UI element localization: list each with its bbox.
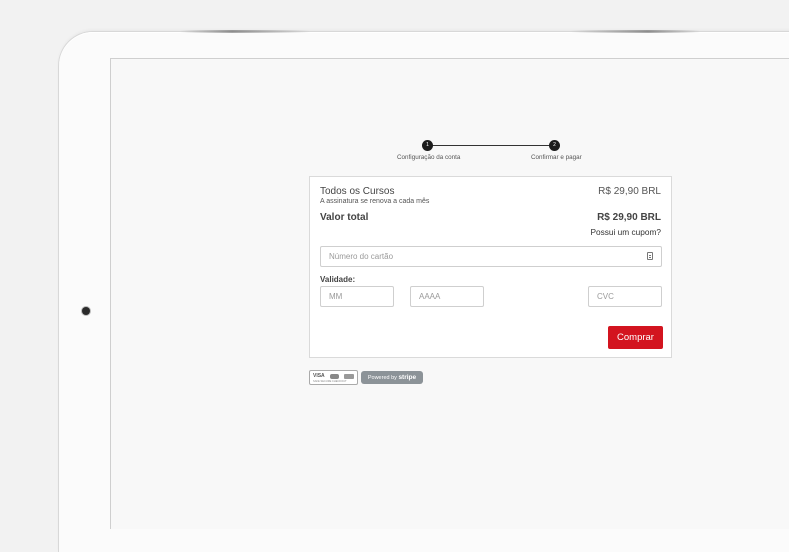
expiry-year-input[interactable] (410, 286, 484, 307)
visa-logo: VISA (313, 373, 325, 379)
powered-by-stripe-badge[interactable]: Powered by stripe (361, 371, 423, 384)
buy-button[interactable]: Comprar (608, 326, 663, 349)
stripe-prefix: Powered by (367, 375, 397, 381)
secure-checkout-text: SAFE SECURE CHECKOUT (313, 380, 347, 383)
step-1-label: Configuração da conta (397, 154, 461, 161)
checkout-stepper: 1 Configuração da conta 2 Confirmar e pa… (395, 140, 585, 164)
expiry-month-input[interactable] (320, 286, 394, 307)
camera-icon (82, 307, 90, 315)
card-icon (647, 252, 653, 260)
course-name: Todos os Cursos (320, 186, 395, 197)
card-brands-badge: VISA SAFE SECURE CHECKOUT (309, 370, 358, 385)
step-2-dot: 2 (549, 140, 560, 151)
checkout-card: Todos os Cursos A assinatura se renova a… (309, 176, 672, 358)
total-label: Valor total (320, 212, 369, 223)
course-price: R$ 29,90 BRL (598, 186, 661, 197)
subscription-note: A assinatura se renova a cada mês (320, 198, 430, 205)
stripe-logo: stripe (398, 374, 417, 381)
step-1-dot: 1 (422, 140, 433, 151)
total-price: R$ 29,90 BRL (597, 212, 661, 223)
tablet-edge-highlight (180, 30, 700, 33)
stepper-line (427, 145, 555, 146)
mastercard-icon (330, 374, 339, 379)
card-number-input[interactable] (320, 246, 662, 267)
cvc-input[interactable] (588, 286, 662, 307)
coupon-link[interactable]: Possui um cupom? (590, 227, 661, 237)
amex-icon (344, 374, 354, 379)
validity-label: Validade: (320, 275, 356, 284)
step-2-label: Confirmar e pagar (531, 154, 582, 161)
